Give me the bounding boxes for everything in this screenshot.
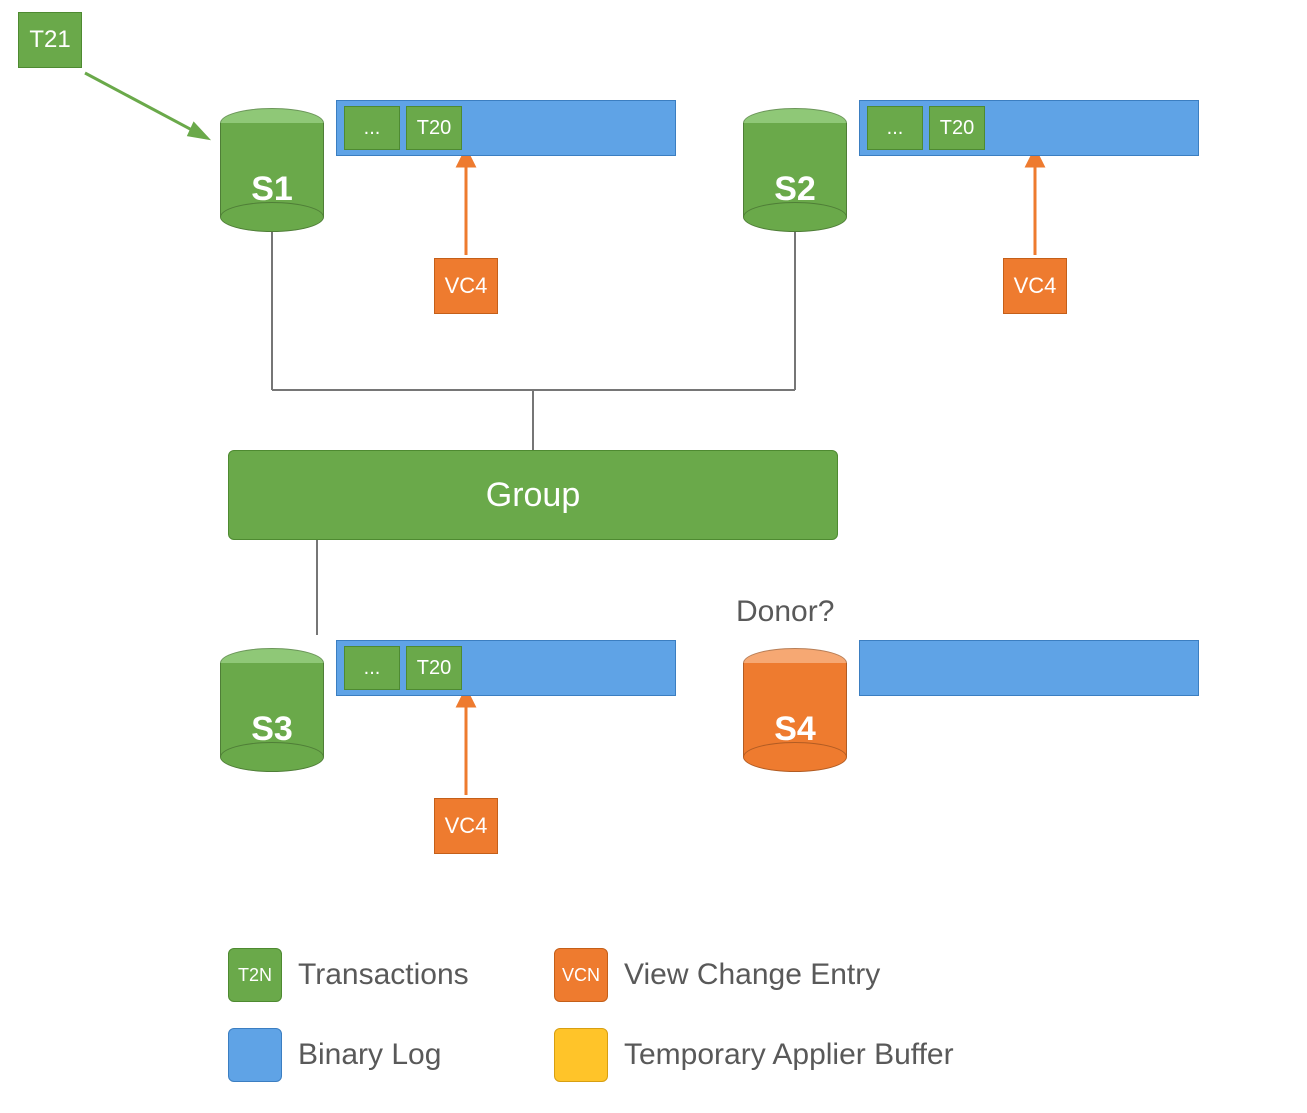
incoming-transaction: T21 — [18, 12, 82, 68]
server-s3-view-change: VC4 — [434, 798, 498, 854]
server-s3-log-entry-0: ... — [344, 646, 400, 690]
connector-lines — [0, 0, 1307, 1113]
server-s4-cylinder: S4 — [743, 648, 847, 772]
server-s2-log-entry-1: T20 — [929, 106, 985, 150]
legend-binarylog-swatch — [228, 1028, 282, 1082]
server-s2-label: S2 — [743, 170, 847, 209]
legend-applierbuf-swatch — [554, 1028, 608, 1082]
server-s1-log-entry-1: T20 — [406, 106, 462, 150]
server-s1-view-change: VC4 — [434, 258, 498, 314]
server-s3-label: S3 — [220, 710, 324, 749]
server-s1-cylinder: S1 — [220, 108, 324, 232]
legend-transactions-swatch: T2N — [228, 948, 282, 1002]
legend-viewchange-swatch: VCN — [554, 948, 608, 1002]
server-s4-label: S4 — [743, 710, 847, 749]
group-box: Group — [228, 450, 838, 540]
diagram-stage: T21 S1 ... T20 VC4 S2 ... T20 VC4 Group … — [0, 0, 1307, 1113]
legend-binarylog-label: Binary Log — [298, 1038, 441, 1072]
legend-transactions-label: Transactions — [298, 958, 469, 992]
server-s2-cylinder: S2 — [743, 108, 847, 232]
server-s3-cylinder: S3 — [220, 648, 324, 772]
legend-applierbuf-label: Temporary Applier Buffer — [624, 1038, 954, 1072]
legend-viewchange-label: View Change Entry — [624, 958, 880, 992]
server-s2-view-change: VC4 — [1003, 258, 1067, 314]
server-s4-binary-log — [859, 640, 1199, 696]
server-s3-log-entry-1: T20 — [406, 646, 462, 690]
server-s4-question: Donor? — [736, 595, 834, 629]
server-s2-log-entry-0: ... — [867, 106, 923, 150]
server-s1-label: S1 — [220, 170, 324, 209]
server-s1-log-entry-0: ... — [344, 106, 400, 150]
